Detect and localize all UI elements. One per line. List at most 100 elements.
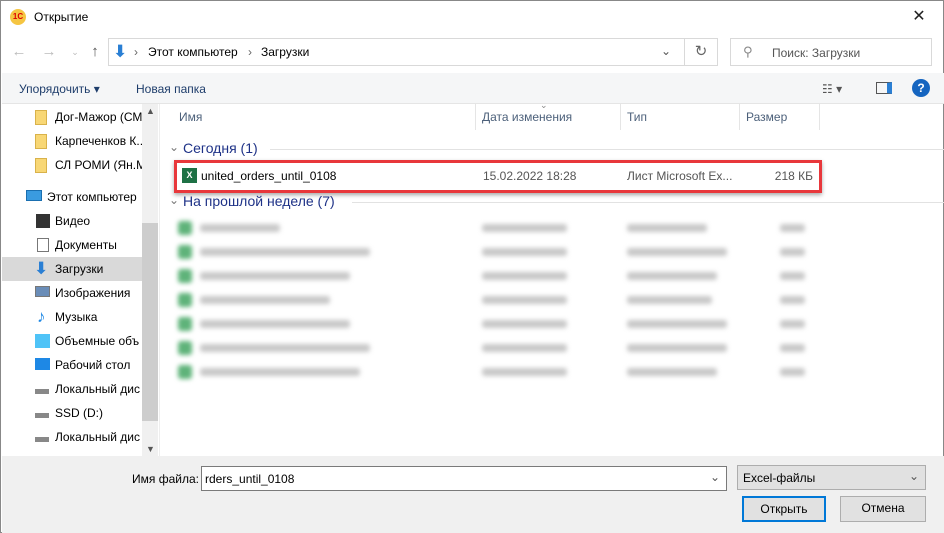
search-input[interactable]: ⚲ Поиск: Загрузки: [730, 38, 932, 66]
refresh-button[interactable]: ↻: [684, 38, 718, 66]
filetype-select[interactable]: Excel-файлы ⌄: [737, 465, 926, 490]
group-divider: [270, 149, 944, 150]
sidebar-item[interactable]: Документы: [2, 233, 142, 257]
blurred-cell: [627, 320, 727, 328]
window-title: Открытие: [34, 10, 89, 24]
organize-button[interactable]: Упорядочить ▾: [19, 82, 100, 96]
drive-icon: [35, 389, 49, 394]
filename-input[interactable]: rders_until_0108 ⌄: [201, 466, 727, 491]
sidebar-item-label: Музыка: [55, 310, 98, 324]
sidebar-item[interactable]: Локальный дис: [2, 377, 142, 401]
sidebar-item[interactable]: Локальный дис: [2, 425, 142, 449]
file-list: Имя ⌄ Дата изменения Тип Размер ⌄ Сегодн…: [159, 100, 944, 456]
blurred-cell: [482, 224, 567, 232]
drive-icon: [35, 437, 49, 442]
file-type: Лист Microsoft Ex...: [627, 169, 733, 183]
blurred-cell: [482, 272, 567, 280]
blurred-cell: [780, 344, 805, 352]
column-divider[interactable]: [739, 104, 740, 130]
pictures-icon: [35, 286, 50, 297]
group-divider: [352, 202, 944, 203]
blurred-cell: [482, 320, 567, 328]
blurred-cell: [482, 368, 567, 376]
column-size[interactable]: Размер: [746, 104, 787, 130]
sidebar-item[interactable]: Дог-Мажор (СМ: [2, 105, 142, 129]
dialog-footer: Имя файла: rders_until_0108 ⌄ Excel-файл…: [2, 456, 944, 533]
sidebar-item[interactable]: Карпеченков К..: [2, 129, 142, 153]
scrollbar-thumb[interactable]: [142, 223, 158, 421]
blurred-cell: [200, 296, 330, 304]
sidebar-item-label: Локальный дис: [55, 382, 140, 396]
sidebar-item-label: Объемные объ: [55, 334, 140, 348]
forward-button[interactable]: →: [39, 41, 59, 63]
blurred-cell: [178, 365, 192, 379]
sidebar-item-label: Видео: [55, 214, 91, 228]
file-size: 218 КБ: [774, 169, 813, 183]
group-last-week[interactable]: На прошлой неделе (7): [183, 193, 335, 209]
blurred-cell: [178, 293, 192, 307]
column-name[interactable]: Имя: [179, 104, 202, 130]
drive-icon: [35, 413, 49, 418]
sidebar-item[interactable]: Рабочий стол: [2, 353, 142, 377]
column-divider[interactable]: [620, 104, 621, 130]
blurred-cell: [178, 341, 192, 355]
blurred-cell: [627, 368, 717, 376]
sidebar-item[interactable]: ⬇ Загрузки: [2, 257, 142, 281]
toolbar: Упорядочить ▾ Новая папка ☷ ▾ ?: [2, 73, 944, 104]
sidebar-item[interactable]: SSD (D:): [2, 401, 142, 425]
column-divider[interactable]: [475, 104, 476, 130]
sidebar-item[interactable]: ♪ Музыка: [2, 305, 142, 329]
collapse-chevron-icon[interactable]: ⌄: [169, 140, 179, 154]
new-folder-button[interactable]: Новая папка: [136, 82, 206, 96]
group-today[interactable]: Сегодня (1): [183, 140, 258, 156]
cancel-button[interactable]: Отмена: [840, 496, 926, 522]
folder-icon: [35, 158, 47, 173]
downloads-icon: ⬇: [34, 259, 49, 278]
preview-pane-icon[interactable]: [876, 82, 892, 94]
help-icon[interactable]: ?: [912, 79, 930, 97]
scroll-up-icon[interactable]: ▲: [146, 106, 155, 116]
navigation-pane: Дог-Мажор (СМ Карпеченков К.. СЛ РОМИ (Ян.…: [2, 104, 159, 456]
blurred-cell: [780, 248, 805, 256]
sidebar-item[interactable]: Этот компьютер: [2, 185, 142, 209]
music-icon: ♪: [37, 307, 46, 326]
column-divider[interactable]: [819, 104, 820, 130]
folder-icon: [35, 110, 47, 125]
video-icon: [36, 214, 50, 228]
blurred-cell: [178, 269, 192, 283]
address-bar[interactable]: ⬇ › Этот компьютер › Загрузки ⌄: [108, 38, 685, 66]
sidebar-item[interactable]: Объемные объ: [2, 329, 142, 353]
collapse-chevron-icon[interactable]: ⌄: [169, 193, 179, 207]
blurred-cell: [627, 224, 707, 232]
sidebar-item[interactable]: Изображения: [2, 281, 142, 305]
breadcrumb-downloads[interactable]: Загрузки: [261, 45, 309, 59]
blurred-cell: [200, 272, 350, 280]
app-logo-icon: 1С: [10, 9, 26, 25]
blurred-cell: [780, 320, 805, 328]
recent-locations-chevron-icon[interactable]: ⌄: [65, 41, 85, 63]
address-dropdown-icon[interactable]: ⌄: [661, 44, 671, 58]
chevron-right-icon: ›: [134, 45, 138, 59]
column-date[interactable]: Дата изменения: [482, 104, 572, 130]
breadcrumb-this-pc[interactable]: Этот компьютер: [148, 45, 238, 59]
back-button[interactable]: ←: [9, 41, 29, 63]
chevron-down-icon: ⌄: [908, 469, 919, 483]
highlighted-file-row[interactable]: X united_orders_until_0108 15.02.2022 18…: [174, 160, 822, 193]
chevron-down-icon[interactable]: ⌄: [710, 470, 720, 484]
file-date: 15.02.2022 18:28: [483, 169, 577, 183]
desktop-icon: [35, 358, 50, 370]
blurred-cell: [780, 224, 805, 232]
column-type[interactable]: Тип: [627, 104, 647, 130]
view-options-icon[interactable]: ☷ ▾: [822, 82, 842, 96]
sidebar-item[interactable]: СЛ РОМИ (Ян.М: [2, 153, 142, 177]
sidebar-item[interactable]: Видео: [2, 209, 142, 233]
open-button[interactable]: Открыть: [742, 496, 826, 522]
downloads-icon: ⬇: [113, 42, 128, 61]
sidebar-item-label: Этот компьютер: [47, 190, 137, 204]
close-button[interactable]: ✕: [907, 5, 931, 29]
up-button[interactable]: ↑: [85, 41, 105, 63]
filetype-value: Excel-файлы: [743, 471, 816, 485]
blurred-cell: [200, 344, 370, 352]
chevron-right-icon: ›: [248, 45, 252, 59]
scroll-down-icon[interactable]: ▼: [146, 444, 155, 454]
